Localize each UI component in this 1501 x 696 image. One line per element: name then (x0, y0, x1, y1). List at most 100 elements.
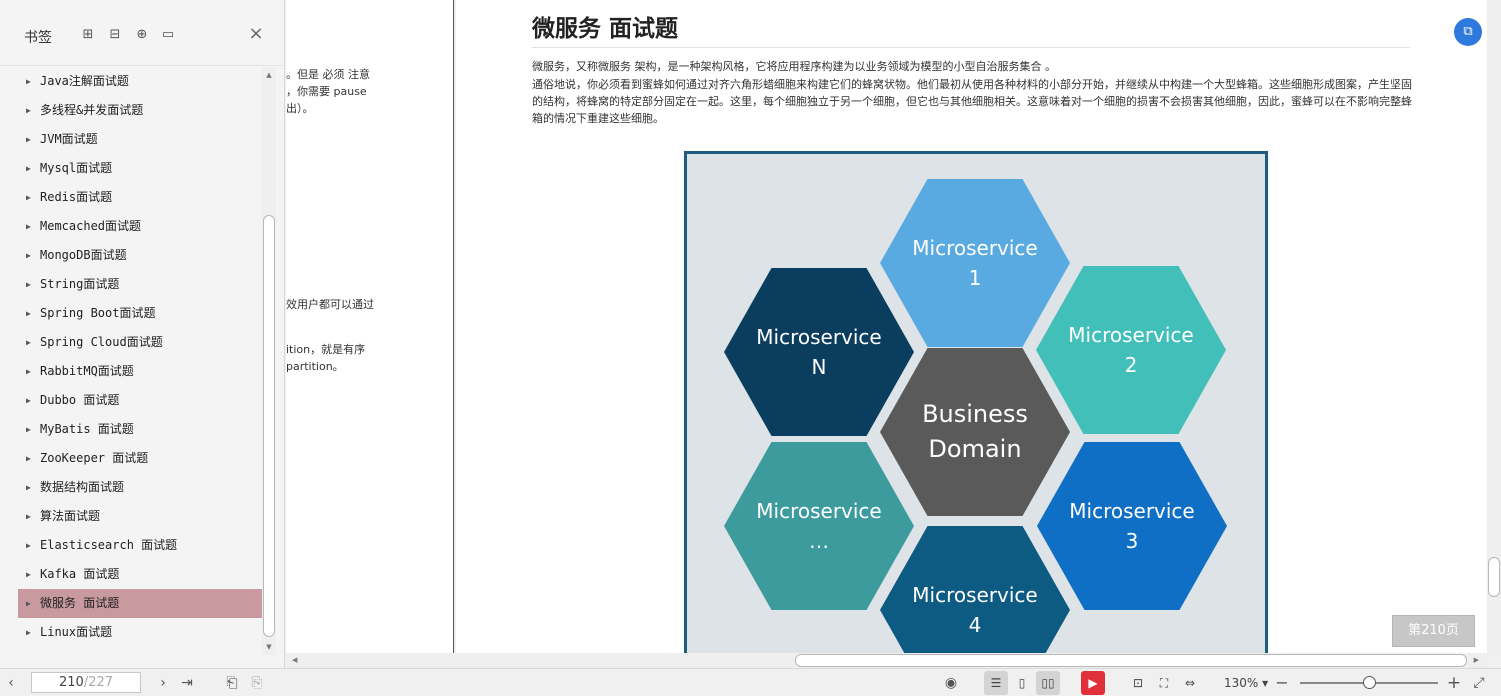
expand-arrow-icon[interactable]: ▶ (26, 299, 31, 328)
forward-icon[interactable]: ⎘ (248, 673, 266, 693)
page-heading: 微服务 面试题 (532, 16, 679, 42)
add-bookmark-icon[interactable]: ⊕ (134, 27, 150, 43)
scroll-left-icon[interactable]: ◀ (292, 656, 297, 664)
bookmark-item[interactable]: ▶ Linux面试题 (18, 618, 262, 647)
fit-page-icon[interactable]: ⛶ (1152, 671, 1176, 695)
bookmark-scrollbar[interactable]: ▲ ▼ (262, 67, 276, 655)
hex-label: Microservice 1 (912, 236, 1038, 290)
expand-arrow-icon[interactable]: ▶ (26, 386, 31, 415)
hex-microservice-4: Microservice 4 (880, 526, 1070, 653)
expand-arrow-icon[interactable]: ▶ (26, 212, 31, 241)
back-icon[interactable]: ⎗ (223, 673, 241, 693)
document-vertical-scrollbar-thumb[interactable] (1488, 557, 1500, 597)
bookmark-item[interactable]: ▶ Spring Cloud面试题 (18, 328, 262, 357)
zoom-in-icon[interactable]: + (1446, 673, 1462, 693)
expand-arrow-icon[interactable]: ▶ (26, 125, 31, 154)
bookmark-item[interactable]: ▶ MongoDB面试题 (18, 241, 262, 270)
expand-arrow-icon[interactable]: ▶ (26, 415, 31, 444)
bookmark-item[interactable]: ▶ Redis面试题 (18, 183, 262, 212)
bookmark-item[interactable]: ▶ JVM面试题 (18, 125, 262, 154)
scroll-down-icon[interactable]: ▼ (265, 643, 273, 651)
bookmark-item-label: String面试题 (40, 277, 120, 291)
pdf-reader-window: 书签 ⊞ ⊟ ⊕ ▭ × ▶ Java注解面试题 ▶ 多线程&并发面试题 ▶ JVM面试题… (0, 0, 1501, 696)
page-text-fragment: partition。 (286, 360, 344, 373)
bookmark-options-icon[interactable]: ▭ (160, 27, 176, 43)
bookmark-item[interactable]: ▶ RabbitMQ面试题 (18, 357, 262, 386)
bookmark-item[interactable]: ▶ Elasticsearch 面试题 (18, 531, 262, 560)
next-page-icon[interactable]: › (156, 673, 170, 693)
expand-arrow-icon[interactable]: ▶ (26, 589, 31, 618)
bookmark-panel-header: 书签 ⊞ ⊟ ⊕ ▭ × (0, 0, 285, 66)
expand-arrow-icon[interactable]: ▶ (26, 241, 31, 270)
hex-label: Business Domain (922, 400, 1028, 463)
floating-tool-button[interactable]: ⧉ (1454, 18, 1482, 46)
expand-arrow-icon[interactable]: ▶ (26, 473, 31, 502)
bookmark-item[interactable]: ▶ 数据结构面试题 (18, 473, 262, 502)
expand-arrow-icon[interactable]: ▶ (26, 96, 31, 125)
expand-arrow-icon[interactable]: ▶ (26, 531, 31, 560)
screenshot-icon: ⧉ (1463, 24, 1473, 39)
document-view[interactable]: 。但是 必须 注意 ，你需要 pause 出）。 效用户都可以通过 ition，… (286, 0, 1487, 653)
bookmark-item-label: Redis面试题 (40, 190, 113, 204)
hex-microservice-3: Microservice 3 (1037, 442, 1227, 610)
scroll-up-icon[interactable]: ▲ (265, 71, 273, 79)
document-vertical-scrollbar[interactable] (1487, 0, 1501, 653)
bookmark-item[interactable]: ▶ 算法面试题 (18, 502, 262, 531)
expand-arrow-icon[interactable]: ▶ (26, 560, 31, 589)
expand-arrow-icon[interactable]: ▶ (26, 270, 31, 299)
zoom-slider-knob[interactable] (1363, 676, 1376, 689)
collapse-all-icon[interactable]: ⊟ (107, 27, 123, 43)
document-horizontal-scrollbar-thumb[interactable] (795, 654, 1467, 667)
bookmark-item[interactable]: ▶ MyBatis 面试题 (18, 415, 262, 444)
bookmark-item[interactable]: ▶ Mysql面试题 (18, 154, 262, 183)
zoom-level[interactable]: 130% ▾ (1224, 673, 1268, 693)
bookmark-item-label: Java注解面试题 (40, 74, 129, 88)
zoom-out-icon[interactable]: − (1274, 673, 1290, 693)
bookmark-item[interactable]: ▶ Dubbo 面试题 (18, 386, 262, 415)
bookmark-item-label: Kafka 面试题 (40, 567, 120, 581)
bookmark-item[interactable]: ▶ String面试题 (18, 270, 262, 299)
actual-size-icon[interactable]: ⊡ (1126, 671, 1150, 695)
bookmark-scrollbar-thumb[interactable] (263, 215, 275, 637)
bookmark-item[interactable]: ▶ Memcached面试题 (18, 212, 262, 241)
last-page-icon[interactable]: ⇥ (179, 673, 195, 693)
expand-arrow-icon[interactable]: ▶ (26, 154, 31, 183)
two-page-icon[interactable]: ▯▯ (1036, 671, 1060, 695)
hex-label: Microservice 3 (1069, 499, 1195, 553)
play-icon[interactable]: ▶ (1081, 671, 1105, 695)
expand-arrow-icon[interactable]: ▶ (26, 67, 31, 96)
page-text-fragment: 出）。 (286, 102, 314, 115)
scroll-right-icon[interactable]: ▶ (1474, 656, 1479, 664)
hex-microservice-2: Microservice 2 (1036, 266, 1226, 434)
previous-page-icon[interactable]: ‹ (4, 673, 18, 693)
eye-icon[interactable]: ◉ (940, 673, 962, 693)
microservices-diagram: Microservice 1 Microservice N Microservi… (684, 151, 1268, 653)
bookmark-item[interactable]: ▶ ZooKeeper 面试题 (18, 444, 262, 473)
hex-microservice-1: Microservice 1 (880, 179, 1070, 347)
expand-arrow-icon[interactable]: ▶ (26, 444, 31, 473)
expand-arrow-icon[interactable]: ▶ (26, 328, 31, 357)
expand-arrow-icon[interactable]: ▶ (26, 618, 31, 647)
bookmark-item[interactable]: ▶ Kafka 面试题 (18, 560, 262, 589)
page-number-input[interactable]: 210/227 (31, 672, 141, 693)
bookmark-item[interactable]: ▶ Java注解面试题 (18, 67, 262, 96)
hex-microservice-ellipsis: Microservice … (724, 442, 914, 610)
document-horizontal-scrollbar[interactable]: ◀ ▶ (286, 653, 1487, 668)
expand-arrow-icon[interactable]: ▶ (26, 183, 31, 212)
expand-arrow-icon[interactable]: ▶ (26, 357, 31, 386)
previous-page: 。但是 必须 注意 ，你需要 pause 出）。 效用户都可以通过 ition，… (286, 0, 454, 653)
heading-divider (532, 47, 1410, 48)
bookmark-item[interactable]: ▶ 微服务 面试题 (18, 589, 262, 618)
fit-width-icon[interactable]: ⇔ (1178, 671, 1202, 695)
bookmark-item[interactable]: ▶ 多线程&并发面试题 (18, 96, 262, 125)
continuous-view-icon[interactable]: ☰ (984, 671, 1008, 695)
expand-arrow-icon[interactable]: ▶ (26, 502, 31, 531)
bookmark-item-label: Spring Cloud面试题 (40, 335, 163, 349)
bookmark-item-label: RabbitMQ面试题 (40, 364, 134, 378)
bookmark-item[interactable]: ▶ Spring Boot面试题 (18, 299, 262, 328)
expand-all-icon[interactable]: ⊞ (80, 27, 96, 43)
fullscreen-icon[interactable]: ⤢ (1470, 673, 1488, 693)
bookmark-item-label: MyBatis 面试题 (40, 422, 134, 436)
single-page-icon[interactable]: ▯ (1010, 671, 1034, 695)
close-icon[interactable]: × (247, 25, 265, 43)
